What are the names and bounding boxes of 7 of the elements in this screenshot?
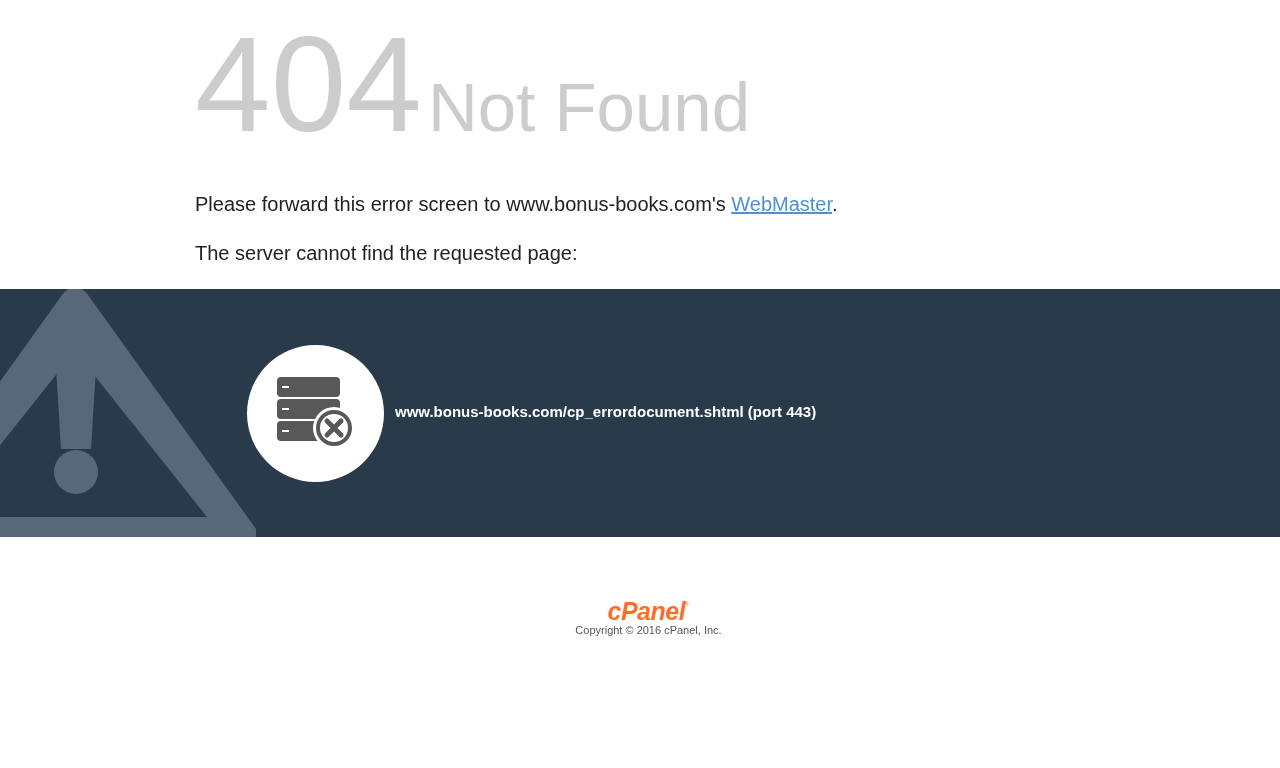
forward-message: Please forward this error screen to www.bonus-books.com's WebMaster.: [195, 192, 839, 216]
detail-message: The server cannot find the requested page:: [195, 241, 579, 265]
error-url: www.bonus-books.com/cp_errordocument.shtml (port 443): [395, 402, 817, 420]
copyright-text: Copyright © 2016 cPanel, Inc.: [575, 624, 722, 636]
webmaster-link[interactable]: WebMaster: [731, 193, 833, 215]
cpanel-logo: cPanel: [607, 599, 686, 623]
server-error-icon: [276, 377, 355, 449]
